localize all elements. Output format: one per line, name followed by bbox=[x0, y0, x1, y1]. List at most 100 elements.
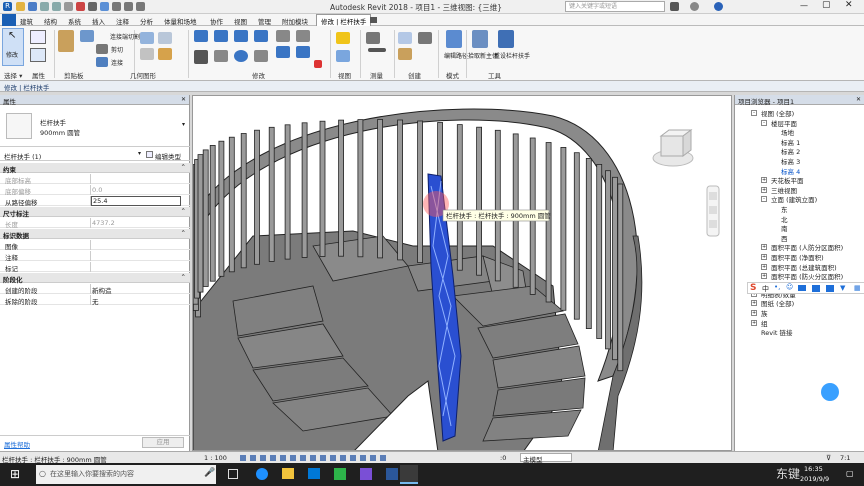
browser-tree-item[interactable]: 面积平面 (净面积) bbox=[771, 252, 824, 262]
tab-systems[interactable]: 系统 bbox=[68, 16, 81, 26]
revit-taskbar-icon[interactable] bbox=[400, 465, 418, 484]
reset-railing-label[interactable]: 重设栏杆扶手 bbox=[494, 51, 530, 60]
undo-icon[interactable] bbox=[40, 2, 49, 11]
cut-label[interactable]: 剪切 bbox=[111, 45, 123, 54]
maximize-button[interactable]: ▢ bbox=[822, 0, 831, 10]
browser-tree-item[interactable]: 标高 4 bbox=[781, 166, 800, 176]
baluster[interactable] bbox=[617, 183, 624, 372]
tab-analyze[interactable]: 分析 bbox=[140, 16, 153, 26]
cut-geometry-icon[interactable] bbox=[140, 32, 154, 44]
tab-view[interactable]: 视图 bbox=[234, 16, 247, 26]
expand-icon[interactable]: + bbox=[751, 319, 757, 326]
baluster[interactable] bbox=[319, 120, 326, 257]
expand-icon[interactable]: + bbox=[751, 310, 757, 316]
ime-mode-icon[interactable]: 中 bbox=[762, 284, 769, 294]
ribbon-toggle-icon[interactable] bbox=[370, 17, 377, 23]
browser-tree-item[interactable]: 组 bbox=[761, 318, 768, 328]
pick-host-icon[interactable] bbox=[472, 30, 488, 48]
baluster[interactable] bbox=[202, 149, 209, 287]
cut-join-label[interactable]: 连接端切割 bbox=[110, 32, 140, 41]
tab-collaborate[interactable]: 协作 bbox=[210, 16, 223, 26]
tab-manage[interactable]: 管理 bbox=[258, 16, 271, 26]
split-icon[interactable] bbox=[276, 30, 290, 42]
edit-type-icon[interactable] bbox=[146, 151, 153, 158]
baluster[interactable] bbox=[494, 129, 501, 282]
word-icon[interactable] bbox=[386, 468, 398, 480]
wall-join-icon[interactable] bbox=[140, 48, 154, 60]
baluster[interactable] bbox=[585, 158, 592, 329]
ime-toolbar[interactable]: S 中 •, ☺ ▼ ▦ bbox=[747, 282, 864, 294]
create-group-icon[interactable] bbox=[418, 32, 432, 44]
apply-button[interactable]: 应用 bbox=[142, 437, 184, 448]
worksets-filter[interactable]: :0 bbox=[500, 454, 506, 462]
revit-logo-icon[interactable]: R bbox=[3, 2, 12, 11]
floating-assistant-icon[interactable] bbox=[821, 383, 839, 401]
split-face-icon[interactable] bbox=[158, 48, 172, 60]
properties-close-icon[interactable]: ✕ bbox=[181, 96, 186, 103]
browser-tree-item[interactable]: 面积平面 (人防分区面积) bbox=[771, 242, 843, 252]
move-icon[interactable] bbox=[194, 50, 208, 64]
property-category[interactable]: 阶段化 ⌃ bbox=[0, 273, 190, 284]
close-button[interactable]: ✕ bbox=[845, 0, 853, 10]
rotate-icon[interactable] bbox=[234, 50, 248, 62]
trim-icon[interactable] bbox=[254, 50, 268, 62]
emoji-icon[interactable]: ☺ bbox=[786, 283, 793, 291]
chevron-down-icon[interactable]: ▾ bbox=[182, 121, 185, 128]
shirt-icon[interactable]: ▼ bbox=[840, 284, 845, 292]
grid-icon[interactable]: ▦ bbox=[854, 284, 861, 292]
copy-element-icon[interactable] bbox=[214, 50, 228, 62]
parts-icon[interactable] bbox=[398, 48, 412, 60]
baluster[interactable] bbox=[560, 147, 567, 311]
explorer-icon[interactable] bbox=[282, 468, 294, 479]
override-icon[interactable] bbox=[336, 50, 350, 62]
properties-help-link[interactable]: 属性帮助 bbox=[4, 439, 30, 449]
baluster[interactable] bbox=[254, 129, 260, 265]
toolbox-icon[interactable] bbox=[826, 285, 834, 292]
baluster[interactable] bbox=[377, 119, 384, 259]
filter-icon[interactable]: ⊽ bbox=[826, 454, 831, 462]
pin-icon[interactable] bbox=[296, 46, 310, 58]
notification-icon[interactable]: ▢ bbox=[846, 469, 854, 478]
join-label[interactable]: 连接 bbox=[111, 58, 123, 67]
browser-tree-item[interactable]: 场地 bbox=[781, 127, 794, 137]
collapse-icon[interactable]: ⌃ bbox=[181, 229, 186, 237]
close-hidden-icon[interactable] bbox=[136, 2, 145, 11]
array-icon[interactable] bbox=[296, 30, 310, 42]
property-value[interactable]: 新构造 bbox=[92, 285, 112, 295]
measure-distance-icon[interactable] bbox=[366, 32, 380, 44]
punctuation-icon[interactable]: •, bbox=[774, 283, 780, 291]
expand-icon[interactable]: + bbox=[761, 186, 767, 193]
baluster[interactable] bbox=[573, 152, 580, 320]
instance-filter[interactable]: 栏杆扶手 (1) ▾ 编辑类型 bbox=[0, 149, 190, 161]
baluster[interactable] bbox=[605, 170, 611, 350]
expand-icon[interactable]: + bbox=[761, 254, 767, 260]
tab-massing[interactable]: 体量和场地 bbox=[164, 16, 197, 26]
microphone-icon[interactable]: 🎤 bbox=[204, 468, 215, 478]
main-model-select[interactable]: 主模型 bbox=[520, 453, 572, 464]
align-icon[interactable] bbox=[194, 30, 208, 42]
baluster[interactable] bbox=[338, 119, 345, 257]
edit-path-icon[interactable] bbox=[446, 30, 462, 48]
baluster[interactable] bbox=[240, 133, 247, 269]
skin-icon[interactable] bbox=[812, 285, 820, 292]
join-geometry-icon[interactable] bbox=[158, 32, 172, 44]
property-category[interactable]: 标识数据 ⌃ bbox=[0, 229, 190, 240]
3d-view-icon[interactable] bbox=[100, 2, 109, 11]
browser-tree-item[interactable]: 视图 (全部) bbox=[761, 108, 794, 118]
collapse-icon[interactable]: ⌃ bbox=[181, 163, 186, 171]
browser-tree-item[interactable]: 立面 (建筑立面) bbox=[771, 194, 817, 204]
section-icon[interactable] bbox=[112, 2, 121, 11]
browser-tree-item[interactable]: 东 bbox=[781, 204, 788, 214]
expand-icon[interactable]: + bbox=[761, 177, 767, 184]
baluster[interactable] bbox=[476, 126, 483, 276]
app-icon[interactable] bbox=[334, 468, 346, 480]
tab-insert[interactable]: 插入 bbox=[92, 16, 105, 26]
browser-tree-item[interactable]: 天花板平面 bbox=[771, 175, 804, 185]
browser-close-icon[interactable]: ✕ bbox=[856, 96, 861, 103]
paste-icon[interactable] bbox=[58, 30, 74, 52]
panel-select-label[interactable]: 选择 ▾ bbox=[4, 70, 22, 80]
open-icon[interactable] bbox=[16, 2, 25, 11]
redo-icon[interactable] bbox=[52, 2, 61, 11]
baluster[interactable] bbox=[397, 119, 404, 261]
tab-architecture[interactable]: 建筑 bbox=[20, 16, 33, 26]
